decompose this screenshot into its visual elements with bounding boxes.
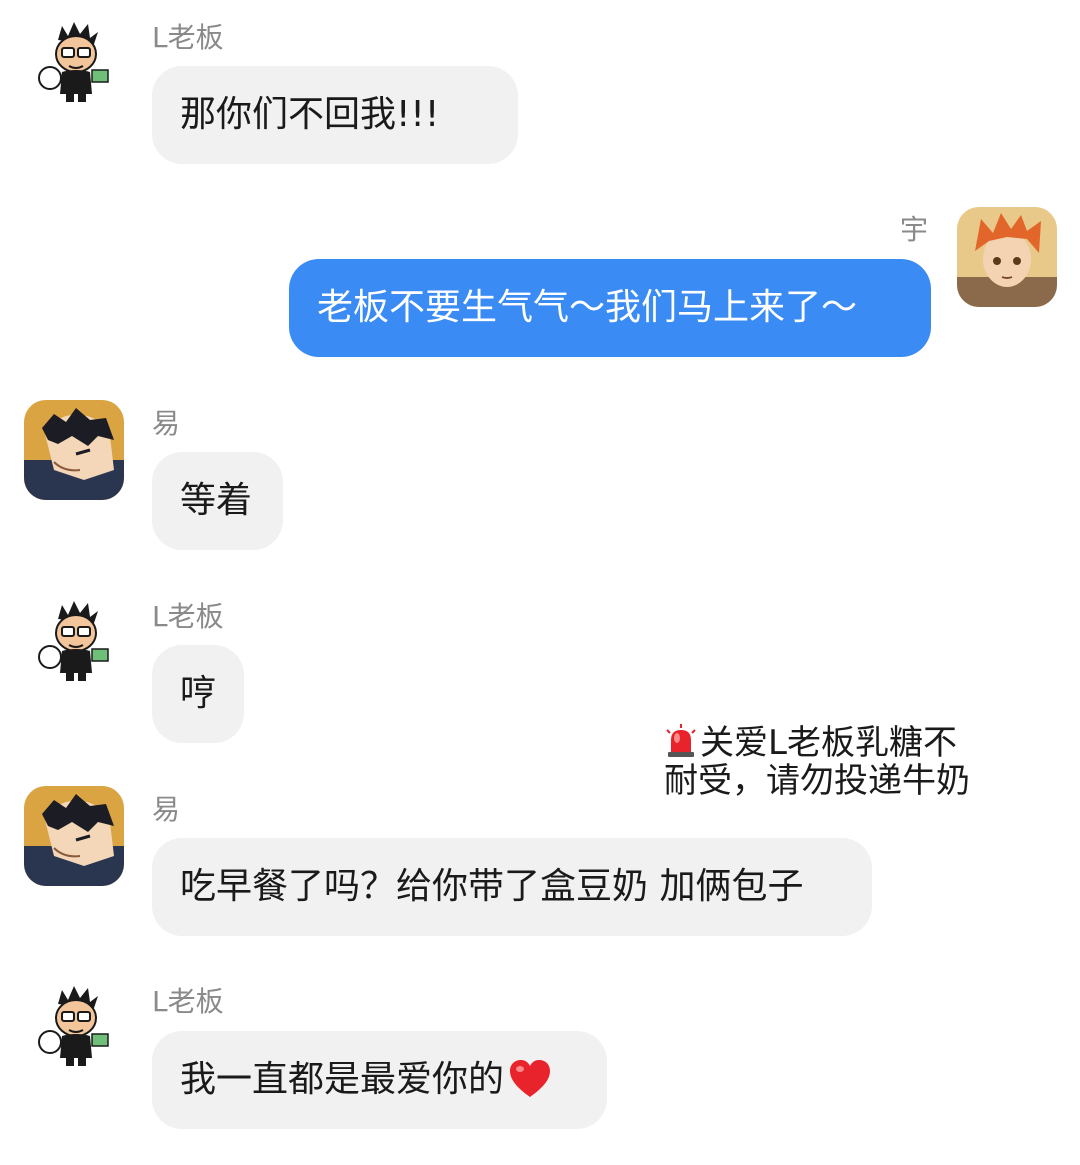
red-heart-icon bbox=[508, 1039, 552, 1097]
message-bubble[interactable]: 我一直都是最爱你的 bbox=[152, 1031, 607, 1129]
notice-line-1: 关爱L老板乳糖不 bbox=[700, 723, 957, 763]
avatar-l-boss[interactable] bbox=[26, 593, 126, 693]
message-bubble[interactable]: 哼 bbox=[152, 645, 244, 743]
avatar-yi[interactable] bbox=[24, 400, 124, 500]
sender-name: 易 bbox=[152, 793, 181, 826]
message-bubble[interactable]: 吃早餐了吗？给你带了盒豆奶 加俩包子 bbox=[152, 838, 872, 936]
cartoon-boss-avatar-icon bbox=[26, 593, 126, 693]
notice-line-2: 耐受，请勿投递牛奶 bbox=[664, 761, 970, 801]
dark-hair-anime-avatar-icon bbox=[24, 786, 124, 886]
cartoon-boss-avatar-icon bbox=[26, 14, 126, 114]
avatar-l-boss[interactable] bbox=[26, 978, 126, 1078]
siren-icon bbox=[664, 724, 698, 758]
dark-hair-anime-avatar-icon bbox=[24, 400, 124, 500]
sender-name: 宇 bbox=[900, 213, 929, 246]
avatar-yu[interactable] bbox=[957, 207, 1057, 307]
sender-name: L老板 bbox=[152, 21, 224, 54]
cartoon-boss-avatar-icon bbox=[26, 978, 126, 1078]
overlay-notice: 关爱L老板乳糖不 耐受，请勿投递牛奶 bbox=[664, 724, 1004, 800]
sender-name: L老板 bbox=[152, 985, 224, 1018]
message-bubble[interactable]: 等着 bbox=[152, 452, 283, 550]
avatar-l-boss[interactable] bbox=[26, 14, 126, 114]
message-bubble[interactable]: 那你们不回我!!! bbox=[152, 66, 518, 164]
sender-name: L老板 bbox=[152, 600, 224, 633]
message-bubble-sent[interactable]: 老板不要生气气～我们马上来了～ bbox=[289, 259, 931, 357]
avatar-yi[interactable] bbox=[24, 786, 124, 886]
sender-name: 易 bbox=[152, 407, 181, 440]
orange-hair-anime-avatar-icon bbox=[957, 207, 1057, 307]
message-text: 我一直都是最爱你的 bbox=[180, 1059, 505, 1100]
